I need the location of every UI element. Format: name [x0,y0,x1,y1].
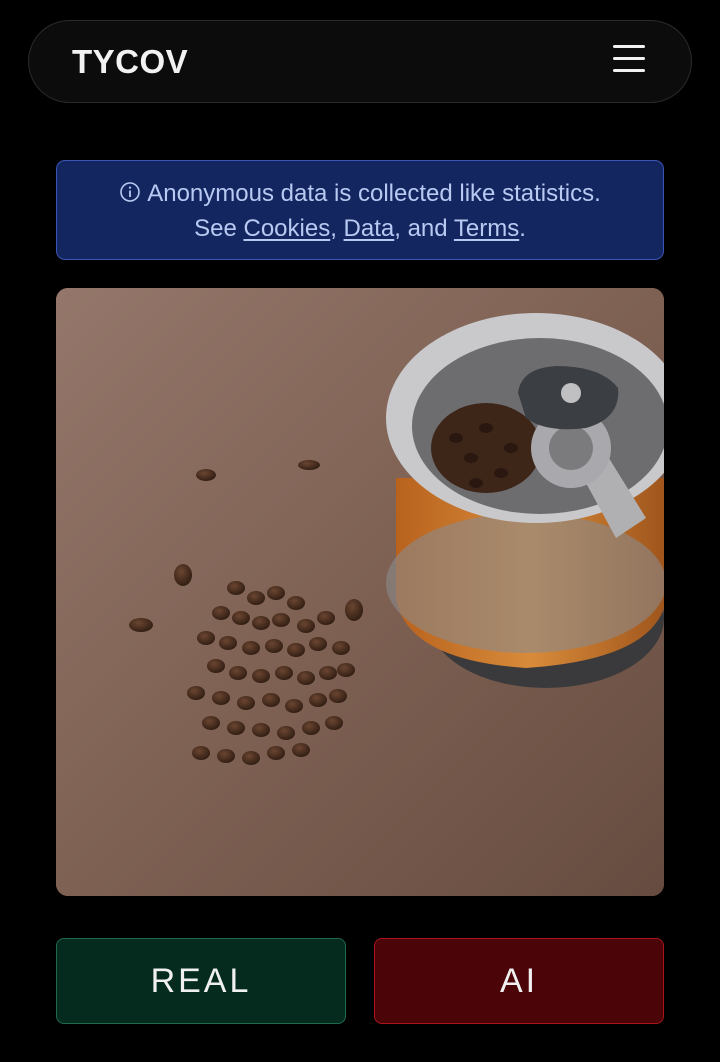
notice-see-text: See [194,215,244,242]
coffee-grinder-photo [56,288,664,896]
cookies-link[interactable]: Cookies [243,215,330,242]
brand-logo[interactable]: TYCOV [72,43,188,81]
data-link[interactable]: Data [344,215,395,242]
notice-separator: , [330,215,344,242]
privacy-notice: Anonymous data is collected like statist… [56,160,664,260]
info-circle-icon [120,182,141,202]
notice-line-2: See Cookies, Data, and Terms. [57,211,663,246]
notice-period: . [519,215,526,242]
challenge-image [56,288,664,896]
hamburger-menu-icon [613,45,645,72]
real-button[interactable]: REAL [56,938,346,1024]
notice-line-1: Anonymous data is collected like statist… [57,176,663,211]
notice-separator: , and [394,215,454,242]
notice-text: Anonymous data is collected like statist… [147,180,601,207]
menu-button[interactable] [609,41,649,77]
ai-button[interactable]: AI [374,938,664,1024]
terms-link[interactable]: Terms [454,215,519,242]
navbar: TYCOV [28,20,692,103]
